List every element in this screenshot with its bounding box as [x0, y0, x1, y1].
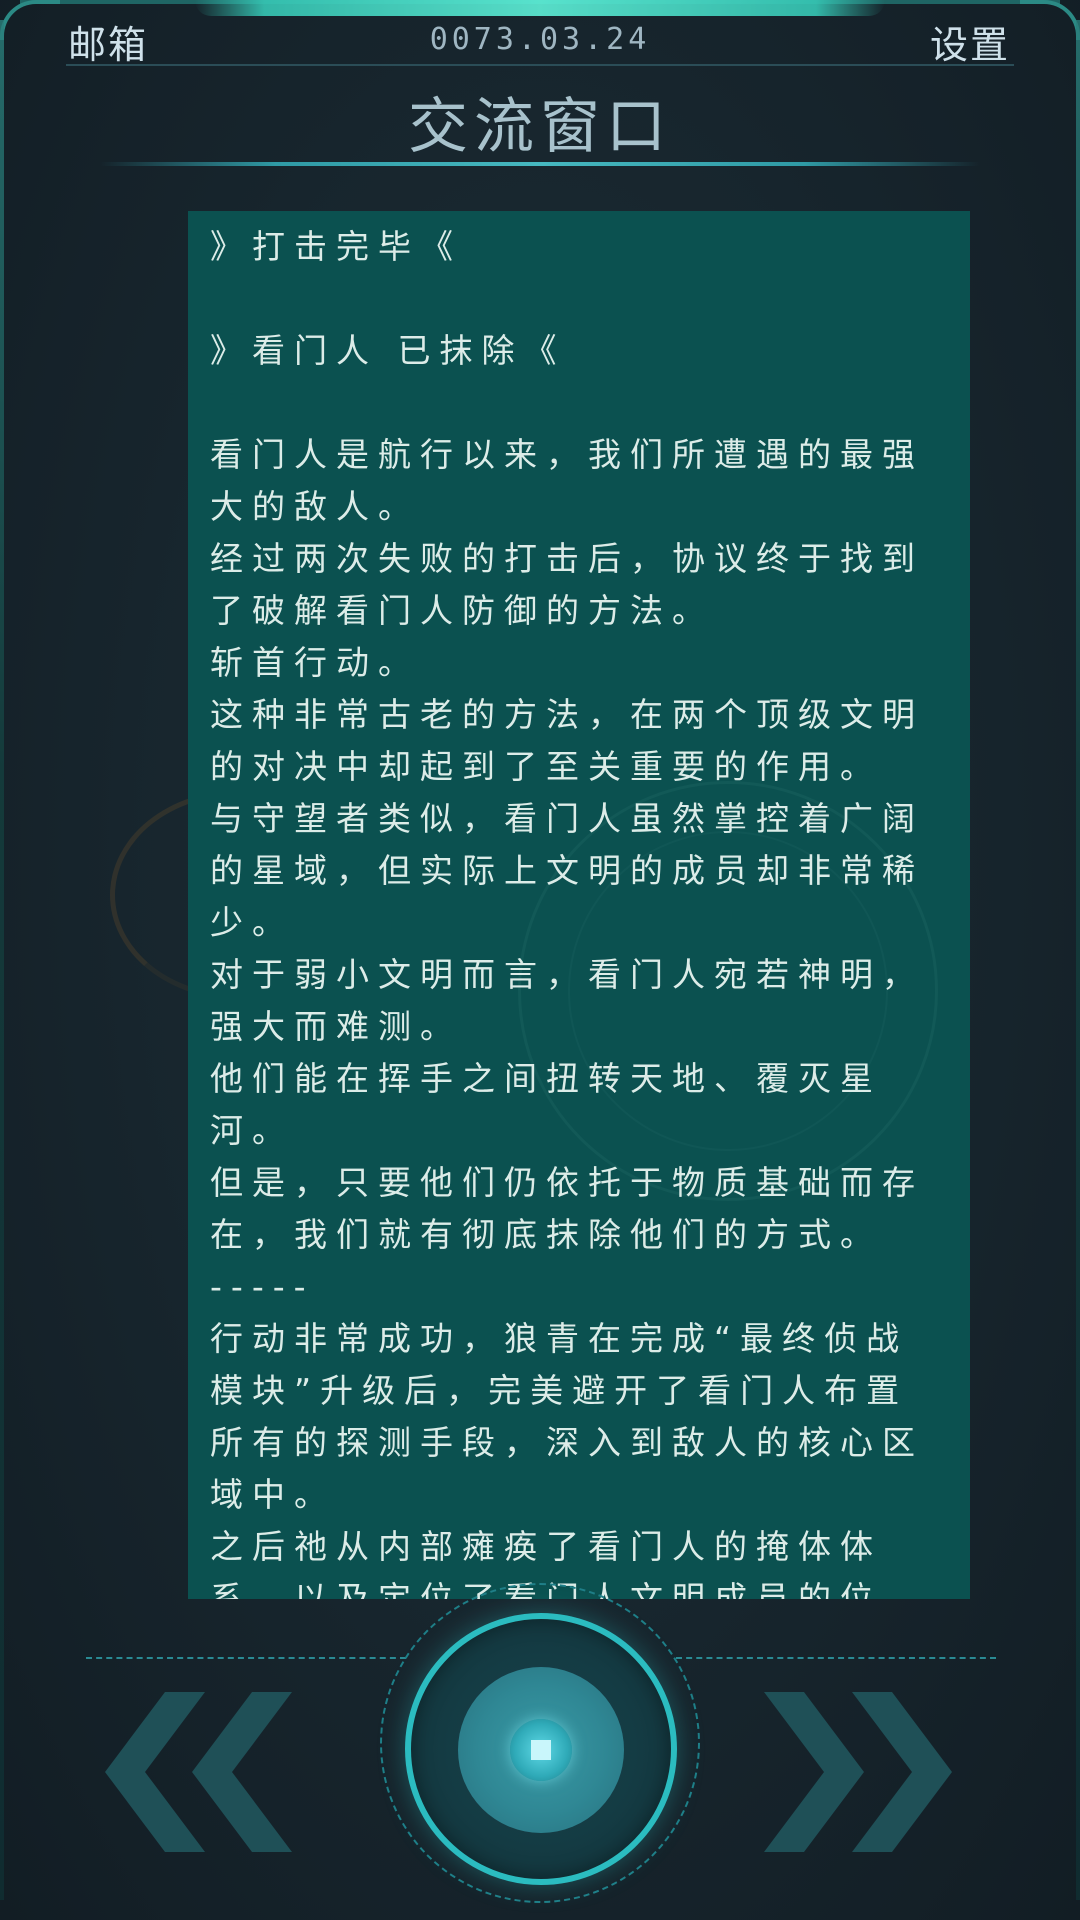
message-line: 经过两次失败的打击后，协议终于找到了破解看门人防御的方法。 — [210, 539, 924, 630]
frame-top-glow — [195, 0, 885, 16]
message-line: 这种非常古老的方法，在两个顶级文明的对决中却起到了至关重要的作用。 — [210, 695, 924, 786]
message-line: 行动非常成功，狼青在完成“最终侦战模块”升级后，完美避开了看门人布置所有的探测手… — [210, 1319, 924, 1514]
settings-button[interactable]: 设置 — [930, 14, 1010, 69]
message-line: 斩首行动。 — [210, 643, 420, 682]
dashed-divider-left — [86, 1657, 406, 1659]
dashed-divider-right — [676, 1657, 996, 1659]
page-title: 交流窗口 — [408, 92, 672, 162]
date-display: 0073.03.24 — [429, 22, 651, 57]
app-screen: 邮箱 0073.03.24 设置 交流窗口 》打击完毕《 》看门人 已抹除《 看门人… — [0, 0, 1080, 1920]
message-line: 与守望者类似，看门人虽然掌控着广阔的星域，但实际上文明的成员却非常稀少。 — [210, 799, 924, 942]
message-line: 看门人是航行以来，我们所遭遇的最强大的敌人。 — [210, 435, 924, 526]
header-divider — [66, 64, 1014, 66]
frame-right-edge — [1076, 20, 1080, 1900]
message-line: 但是，只要他们仍依托于物质基础而存在，我们就有彻底抹除他们的方式。 — [210, 1163, 924, 1254]
title-underline — [100, 162, 980, 166]
message-line: 对于弱小文明而言，看门人宛若神明，强大而难测。 — [210, 955, 924, 1046]
message-line: 》看门人 已抹除《 — [210, 331, 566, 370]
message-line: 》打击完毕《 — [210, 227, 462, 266]
center-square-icon — [531, 1740, 551, 1760]
message-line — [210, 377, 948, 429]
message-panel[interactable]: 》打击完毕《》看门人 已抹除《看门人是航行以来，我们所遭遇的最强大的敌人。 经过两… — [188, 211, 970, 1599]
message-line — [210, 273, 948, 325]
message-line: ----- — [210, 1267, 315, 1306]
message-line: 他们能在挥手之间扭转天地、覆灭星河。 — [210, 1059, 882, 1150]
message-body: 》打击完毕《》看门人 已抹除《看门人是航行以来，我们所遭遇的最强大的敌人。 经过两… — [210, 221, 948, 1599]
frame-left-edge — [0, 20, 4, 1900]
